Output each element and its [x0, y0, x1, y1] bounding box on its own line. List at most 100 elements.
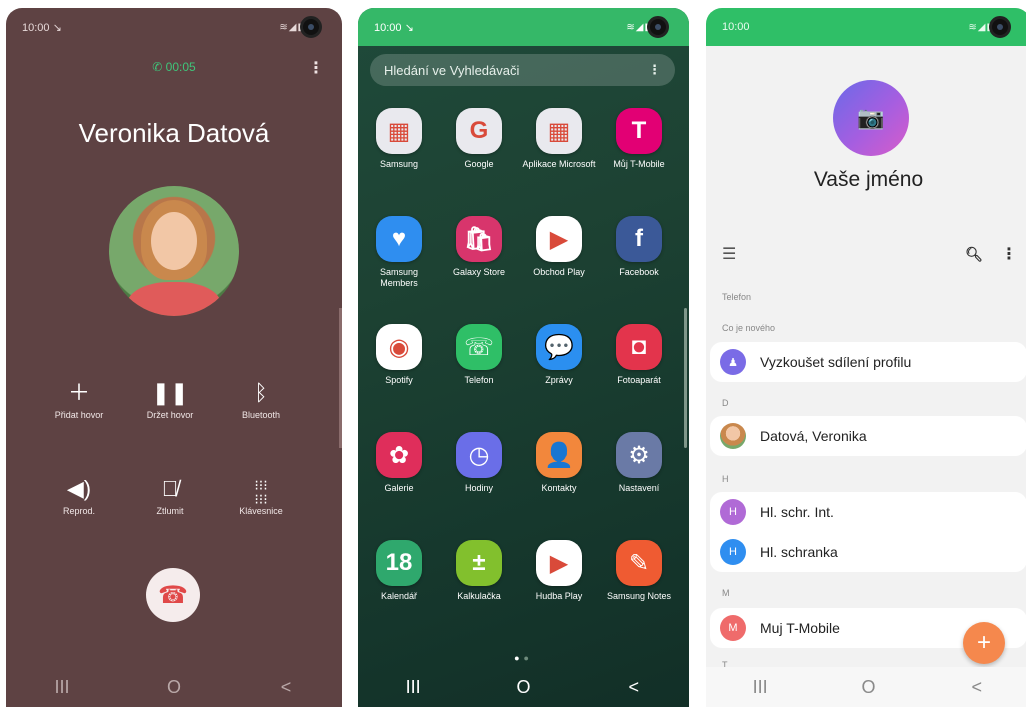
back-button[interactable]: < — [266, 677, 306, 698]
app-obchod-play[interactable]: ▶ Obchod Play — [520, 216, 598, 278]
app-label: Facebook — [619, 267, 659, 277]
end-call-icon: ☎ — [158, 581, 188, 609]
contact-row-try-sharing[interactable]: ♟ Vyzkoušet sdílení profilu — [710, 342, 1026, 382]
profile-avatar[interactable]: 📷 — [833, 80, 909, 156]
speaker-label: Reprod. — [62, 506, 96, 516]
speaker-icon: ◀) — [66, 476, 92, 501]
more-options-icon[interactable]: ⋮ — [308, 58, 324, 78]
app-muj-t-mobile[interactable]: T Můj T-Mobile — [600, 108, 678, 170]
add-contact-button[interactable]: + — [963, 622, 1005, 664]
back-button[interactable]: < — [957, 677, 997, 698]
section-label-telefon: Telefon — [722, 292, 752, 302]
camera-icon: 📷 — [857, 105, 885, 130]
bluetooth-icon: ᛒ — [254, 380, 268, 405]
kontakty-icon: 👤 — [536, 432, 582, 478]
contact-name: Muj T-Mobile — [760, 620, 840, 636]
app-label: Hudba Play — [535, 591, 583, 601]
app-fotoaparat[interactable]: ◘ Fotoaparát — [600, 324, 678, 386]
app-label: Spotify — [385, 375, 413, 385]
galerie-icon: ✿ — [376, 432, 422, 478]
muj-t-mobile-icon: T — [616, 108, 662, 154]
mute-mic-icon: 🎙̸ — [161, 476, 179, 501]
status-time: 10:00 ↘ — [22, 21, 62, 34]
app-label: Samsung — [379, 159, 419, 169]
app-label: Google — [464, 159, 494, 169]
finder-search-bar[interactable]: Hledání ve Vyhledávači ⋮ — [370, 54, 675, 86]
caller-name: Veronika Datová — [78, 118, 270, 148]
app-label: Kontakty — [541, 483, 577, 493]
app-label: Můj T-Mobile — [613, 159, 665, 169]
contact-name: Vyzkoušet sdílení profilu — [760, 354, 912, 370]
app-kalendar[interactable]: 18 Kalendář — [360, 540, 438, 602]
bluetooth-button[interactable]: ᛒ Bluetooth — [216, 378, 306, 420]
menu-icon[interactable]: ☰ — [722, 244, 736, 264]
scrollbar[interactable] — [339, 308, 342, 448]
back-button[interactable]: < — [614, 677, 654, 698]
status-bar: 10:00 ≋◢▮ — [706, 8, 1026, 46]
add-call-button[interactable]: ＋ Přidat hovor — [34, 378, 124, 420]
section-label-h: H — [722, 474, 729, 484]
kalendar-icon: 18 — [376, 540, 422, 586]
page-indicator: ●● — [358, 653, 689, 663]
navigation-bar: III O < — [706, 667, 1026, 707]
app-hudba-play[interactable]: ▶ Hudba Play — [520, 540, 598, 602]
plus-icon: ＋ — [67, 380, 90, 405]
contact-initial: H — [720, 539, 746, 565]
contact-row-hl-schranka[interactable]: H Hl. schranka — [710, 532, 1026, 572]
speaker-button[interactable]: ◀) Reprod. — [34, 474, 124, 516]
app-samsung-notes[interactable]: ✎ Samsung Notes — [600, 540, 678, 602]
end-call-button[interactable]: ☎ — [146, 568, 200, 622]
home-button[interactable]: O — [154, 677, 194, 698]
hold-call-button[interactable]: ❚❚ Držet hovor — [125, 378, 215, 420]
recents-button[interactable]: III — [393, 677, 433, 698]
more-options-icon[interactable]: ⋮ — [1001, 244, 1017, 264]
search-icon[interactable]: 🔍︎ — [965, 246, 983, 263]
app-zpravy[interactable]: 💬 Zprávy — [520, 324, 598, 386]
camera-cutout-icon — [647, 16, 669, 38]
app-spotify[interactable]: ◉ Spotify — [360, 324, 438, 386]
hodiny-icon: ◷ — [456, 432, 502, 478]
app-telefon[interactable]: ☏ Telefon — [440, 324, 518, 386]
app-kalkulacka[interactable]: ± Kalkulačka — [440, 540, 518, 602]
app-label: Fotoaparát — [617, 375, 661, 385]
samsung-icon: ▦ — [376, 108, 422, 154]
app-samsung-members[interactable]: ♥ Samsung Members — [360, 216, 438, 289]
app-kontakty[interactable]: 👤 Kontakty — [520, 432, 598, 494]
app-aplikace-microsoft[interactable]: ▦ Aplikace Microsoft — [520, 108, 598, 170]
contact-row-datova[interactable]: Datová, Veronika — [710, 416, 1026, 456]
app-google[interactable]: G Google — [440, 108, 518, 170]
mute-button[interactable]: 🎙̸ Ztlumit — [125, 474, 215, 516]
aplikace-microsoft-icon: ▦ — [536, 108, 582, 154]
contacts-toolbar: ☰ 🔍︎ ⋮ — [722, 244, 1017, 264]
plus-icon: + — [976, 629, 991, 656]
contact-name: Datová, Veronika — [760, 428, 867, 444]
contact-photo — [720, 423, 746, 449]
status-time: 10:00 ↘ — [374, 21, 414, 34]
obchod-play-icon: ▶ — [536, 216, 582, 262]
phone-contacts: 10:00 ≋◢▮ 📷 Vaše jméno ☰ 🔍︎ ⋮ Telefon Co… — [706, 8, 1026, 707]
app-hodiny[interactable]: ◷ Hodiny — [440, 432, 518, 494]
pause-icon: ❚❚ — [151, 380, 189, 405]
home-button[interactable]: O — [503, 677, 543, 698]
app-nastaveni[interactable]: ⚙ Nastavení — [600, 432, 678, 494]
recents-button[interactable]: III — [740, 677, 780, 698]
app-facebook[interactable]: f Facebook — [600, 216, 678, 278]
recents-button[interactable]: III — [42, 677, 82, 698]
hudba-play-icon: ▶ — [536, 540, 582, 586]
keypad-button[interactable]: ⁝⁝⁝ ⁝⁝⁝ Klávesnice — [216, 474, 306, 516]
contact-initial: H — [720, 499, 746, 525]
contact-row-hl-schr-int[interactable]: H Hl. schr. Int. — [710, 492, 1026, 532]
add-call-label: Přidat hovor — [54, 410, 104, 420]
more-options-icon[interactable]: ⋮ — [648, 62, 661, 78]
app-label: Kalkulačka — [457, 591, 501, 601]
app-samsung[interactable]: ▦ Samsung — [360, 108, 438, 170]
home-button[interactable]: O — [848, 677, 888, 698]
navigation-bar: III O < — [358, 667, 689, 707]
app-galaxy-store[interactable]: 🛍 Galaxy Store — [440, 216, 518, 278]
telefon-icon: ☏ — [456, 324, 502, 370]
app-label: Nastavení — [618, 483, 660, 493]
app-label: Aplikace Microsoft — [522, 159, 596, 169]
profile-name[interactable]: Vaše jméno — [706, 168, 1026, 192]
scrollbar[interactable] — [684, 308, 687, 448]
app-galerie[interactable]: ✿ Galerie — [360, 432, 438, 494]
